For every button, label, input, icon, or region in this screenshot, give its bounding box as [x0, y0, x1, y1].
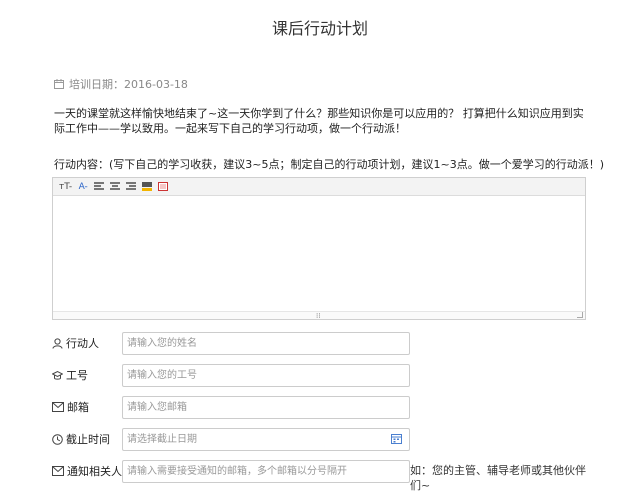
resize-corner-icon[interactable]	[577, 312, 583, 318]
form-row-notify: 通知相关人 如：您的主管、辅导老师或其他伙伴们~	[52, 459, 586, 492]
job-no-label-text: 工号	[66, 369, 88, 382]
graduation-cap-icon	[52, 370, 63, 380]
training-date: 培训日期：2016-03-18	[54, 76, 188, 92]
align-right-icon[interactable]	[126, 181, 137, 193]
notify-label-text: 通知相关人	[67, 465, 122, 478]
editor-footer: ⁞⁞	[53, 311, 585, 320]
align-left-icon[interactable]	[94, 181, 105, 193]
notify-label: 通知相关人	[52, 463, 122, 479]
actor-label-text: 行动人	[66, 337, 99, 350]
intro-text: 一天的课堂就这样愉快地结束了~这一天你学到了什么？那些知识你是可以应用的？ 打算…	[54, 107, 584, 135]
page-title: 课后行动计划	[271, 19, 368, 38]
resize-handle-icon[interactable]: ⁞⁞	[316, 312, 320, 320]
calendar-icon	[54, 79, 64, 89]
user-icon	[52, 337, 63, 349]
form-row-actor: 行动人	[52, 331, 410, 355]
editor-content-area[interactable]	[53, 196, 585, 311]
notify-emails-input[interactable]	[122, 459, 410, 483]
align-center-icon[interactable]	[110, 181, 121, 193]
date-picker-icon[interactable]	[391, 433, 402, 444]
clock-icon	[52, 433, 63, 445]
font-color-button[interactable]: A-	[78, 181, 88, 193]
mail-icon	[52, 466, 64, 476]
actor-label: 行动人	[52, 335, 122, 351]
email-label: 邮箱	[52, 399, 122, 415]
deadline-label-text: 截止时间	[66, 433, 110, 446]
notify-hint: 如：您的主管、辅导老师或其他伙伴们~	[410, 464, 586, 492]
editor-toolbar: тT- A-	[53, 178, 585, 196]
action-content-label: 行动内容：(写下自己的学习收获，建议3~5点；制定自己的行动项计划，建议1~3点…	[54, 158, 605, 171]
email-label-text: 邮箱	[67, 401, 89, 414]
form-row-job-no: 工号	[52, 363, 410, 387]
form-row-email: 邮箱	[52, 395, 410, 419]
highlight-icon[interactable]	[142, 181, 153, 193]
form-row-deadline: 截止时间	[52, 427, 410, 451]
training-date-text: 培训日期：2016-03-18	[69, 78, 188, 91]
rich-text-editor[interactable]: тT- A- ⁞⁞	[52, 177, 586, 320]
deadline-date-input[interactable]	[122, 427, 410, 451]
mail-icon	[52, 402, 64, 412]
deadline-label: 截止时间	[52, 431, 122, 447]
email-input[interactable]	[122, 395, 410, 419]
job-no-input[interactable]	[122, 363, 410, 387]
actor-name-input[interactable]	[122, 331, 410, 355]
image-icon[interactable]	[158, 181, 169, 193]
font-size-button[interactable]: тT-	[59, 181, 72, 193]
job-no-label: 工号	[52, 367, 122, 383]
